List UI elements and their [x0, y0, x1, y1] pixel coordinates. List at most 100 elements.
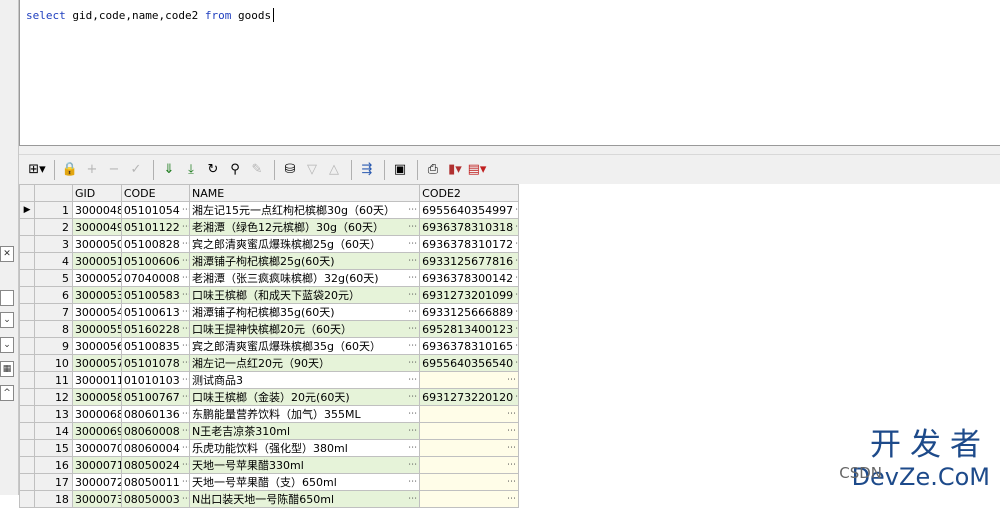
cell-gid[interactable]: 3000048: [71, 201, 122, 219]
ellipsis-icon[interactable]: ⋯: [180, 375, 189, 385]
cell-name[interactable]: 口味王槟榔（和成天下蓝袋20元） ⋯: [189, 286, 421, 304]
print-icon[interactable]: ⎙: [423, 159, 443, 181]
clear-icon[interactable]: ✎: [247, 159, 267, 181]
cell-gid[interactable]: 3000050: [71, 235, 122, 253]
cell-code2[interactable]: 6955640354997⋯: [419, 201, 519, 219]
cell-code2[interactable]: 6936378300142⋯: [419, 269, 519, 287]
cell-code[interactable]: 05101078⋯: [120, 354, 191, 372]
cell-name[interactable]: 湘潭铺子枸杞槟榔25g(60天) ⋯: [189, 252, 421, 270]
chevron-down-icon[interactable]: ⌄: [0, 312, 14, 328]
ellipsis-icon[interactable]: ⋯: [406, 324, 418, 334]
ellipsis-icon[interactable]: ⋯: [406, 477, 418, 487]
cell-code2[interactable]: ⋯: [419, 371, 519, 389]
ellipsis-icon[interactable]: ⋯: [406, 358, 418, 368]
chevron-down-icon[interactable]: ⌄: [0, 337, 14, 353]
ellipsis-icon[interactable]: ⋯: [505, 409, 518, 419]
cell-gid[interactable]: 3000057: [71, 354, 122, 372]
ellipsis-icon[interactable]: ⋯: [406, 290, 418, 300]
cell-code[interactable]: 05101122⋯: [120, 218, 191, 236]
cell-code[interactable]: 05100583⋯: [120, 286, 191, 304]
ellipsis-icon[interactable]: ⋯: [180, 443, 189, 453]
table-row[interactable]: 18300007308050003⋯N出口装天地一号陈醋650ml⋯⋯: [19, 490, 519, 508]
table-row[interactable]: 11300001101010103⋯测试商品3⋯⋯: [19, 371, 519, 389]
table-icon[interactable]: ▦: [0, 361, 14, 377]
table-row[interactable]: 12300005805100767⋯口味王槟榔（金装）20元(60天)⋯6931…: [19, 388, 519, 406]
fetch-next-icon[interactable]: ⇓: [159, 159, 179, 181]
cell-code[interactable]: 08050003⋯: [120, 490, 191, 508]
ellipsis-icon[interactable]: ⋯: [406, 307, 418, 317]
ellipsis-icon[interactable]: ⋯: [406, 460, 418, 470]
table-row[interactable]: 16300007108050024⋯天地一号苹果醋330ml⋯⋯: [19, 456, 519, 474]
ellipsis-icon[interactable]: ⋯: [180, 256, 189, 266]
cell-gid[interactable]: 3000056: [71, 337, 122, 355]
cell-code[interactable]: 07040008⋯: [120, 269, 191, 287]
table-row[interactable]: 15300007008060004⋯乐虎功能饮料（强化型）380ml⋯⋯: [19, 439, 519, 457]
cell-code[interactable]: 05160228⋯: [120, 320, 191, 338]
column-header-code2[interactable]: CODE2: [419, 184, 519, 202]
ellipsis-icon[interactable]: ⋯: [513, 256, 517, 266]
ellipsis-icon[interactable]: ⋯: [406, 256, 418, 266]
scroll-up-icon[interactable]: ^: [0, 385, 14, 401]
cell-name[interactable]: 宾之郎清爽蜜瓜爆珠槟榔35g（60天） ⋯: [189, 337, 421, 355]
column-header-code[interactable]: CODE: [120, 184, 191, 202]
ellipsis-icon[interactable]: ⋯: [180, 494, 189, 504]
ellipsis-icon[interactable]: ⋯: [180, 477, 189, 487]
ellipsis-icon[interactable]: ⋯: [513, 290, 517, 300]
cell-code[interactable]: 05100828⋯: [120, 235, 191, 253]
cell-code[interactable]: 05100613⋯: [120, 303, 191, 321]
cell-gid[interactable]: 3000068: [71, 405, 122, 423]
table-row[interactable]: 13300006808060136⋯东鹏能量营养饮料（加气）355ML⋯⋯: [19, 405, 519, 423]
ellipsis-icon[interactable]: ⋯: [505, 460, 518, 470]
column-header-name[interactable]: NAME: [189, 184, 421, 202]
column-header-gid[interactable]: GID: [71, 184, 122, 202]
cell-gid[interactable]: 3000069: [71, 422, 122, 440]
cell-code2[interactable]: 6936378310318⋯: [419, 218, 519, 236]
cell-code2[interactable]: 6955640356540⋯: [419, 354, 519, 372]
export-icon[interactable]: ⇶: [357, 159, 377, 181]
table-row[interactable]: 10300005705101078⋯湘左记一点红20元（90天）⋯6955640…: [19, 354, 519, 372]
cell-gid[interactable]: 3000054: [71, 303, 122, 321]
cell-code2[interactable]: ⋯: [419, 456, 519, 474]
cell-code[interactable]: 08060136⋯: [120, 405, 191, 423]
ellipsis-icon[interactable]: ⋯: [406, 375, 418, 385]
cell-code[interactable]: 05100606⋯: [120, 252, 191, 270]
cell-code[interactable]: 01010103⋯: [120, 371, 191, 389]
lock-icon[interactable]: 🔒: [60, 159, 80, 181]
ellipsis-icon[interactable]: ⋯: [406, 426, 418, 436]
report-icon[interactable]: ▤▾: [467, 159, 487, 181]
table-row[interactable]: 3300005005100828⋯宾之郎清爽蜜瓜爆珠槟榔25g（60天）⋯693…: [19, 235, 519, 253]
table-row[interactable]: 14300006908060008⋯N王老吉凉茶310ml⋯⋯: [19, 422, 519, 440]
save-icon[interactable]: ▣: [390, 159, 410, 181]
cell-name[interactable]: 湘左记一点红20元（90天） ⋯: [189, 354, 421, 372]
cell-code2[interactable]: ⋯: [419, 473, 519, 491]
cell-code2[interactable]: 6936378310165⋯: [419, 337, 519, 355]
cell-code2[interactable]: 6933125666889⋯: [419, 303, 519, 321]
ellipsis-icon[interactable]: ⋯: [406, 494, 418, 504]
post-check-icon[interactable]: ✓: [126, 159, 146, 181]
close-icon[interactable]: ✕: [0, 246, 14, 262]
ellipsis-icon[interactable]: ⋯: [180, 273, 189, 283]
ellipsis-icon[interactable]: ⋯: [406, 392, 418, 402]
table-row[interactable]: 6300005305100583⋯口味王槟榔（和成天下蓝袋20元）⋯693127…: [19, 286, 519, 304]
ellipsis-icon[interactable]: ⋯: [180, 392, 189, 402]
refresh-icon[interactable]: ↻: [203, 159, 223, 181]
table-row[interactable]: 2300004905101122⋯老湘潭（绿色12元槟榔）30g（60天）⋯69…: [19, 218, 519, 236]
cell-name[interactable]: 老湘潭（绿色12元槟榔）30g（60天） ⋯: [189, 218, 421, 236]
cell-code[interactable]: 05101054⋯: [120, 201, 191, 219]
filter-down-icon[interactable]: ▽: [302, 159, 322, 181]
table-row[interactable]: 4300005105100606⋯湘潭铺子枸杞槟榔25g(60天)⋯693312…: [19, 252, 519, 270]
ellipsis-icon[interactable]: ⋯: [513, 239, 517, 249]
ellipsis-icon[interactable]: ⋯: [513, 392, 517, 402]
ellipsis-icon[interactable]: ⋯: [180, 426, 189, 436]
cell-name[interactable]: 口味王提神快槟榔20元（60天） ⋯: [189, 320, 421, 338]
cell-code2[interactable]: ⋯: [419, 490, 519, 508]
cell-gid[interactable]: 3000058: [71, 388, 122, 406]
table-row[interactable]: 5300005207040008⋯老湘潭（张三疯疯味槟榔）32g(60天)⋯69…: [19, 269, 519, 287]
cell-name[interactable]: 老湘潭（张三疯疯味槟榔）32g(60天) ⋯: [189, 269, 421, 287]
cell-name[interactable]: 天地一号苹果醋（支）650ml ⋯: [189, 473, 421, 491]
cell-gid[interactable]: 3000072: [71, 473, 122, 491]
cell-gid[interactable]: 3000073: [71, 490, 122, 508]
chart-icon[interactable]: ▮▾: [445, 159, 465, 181]
cell-name[interactable]: 东鹏能量营养饮料（加气）355ML ⋯: [189, 405, 421, 423]
cell-name[interactable]: N出口装天地一号陈醋650ml ⋯: [189, 490, 421, 508]
